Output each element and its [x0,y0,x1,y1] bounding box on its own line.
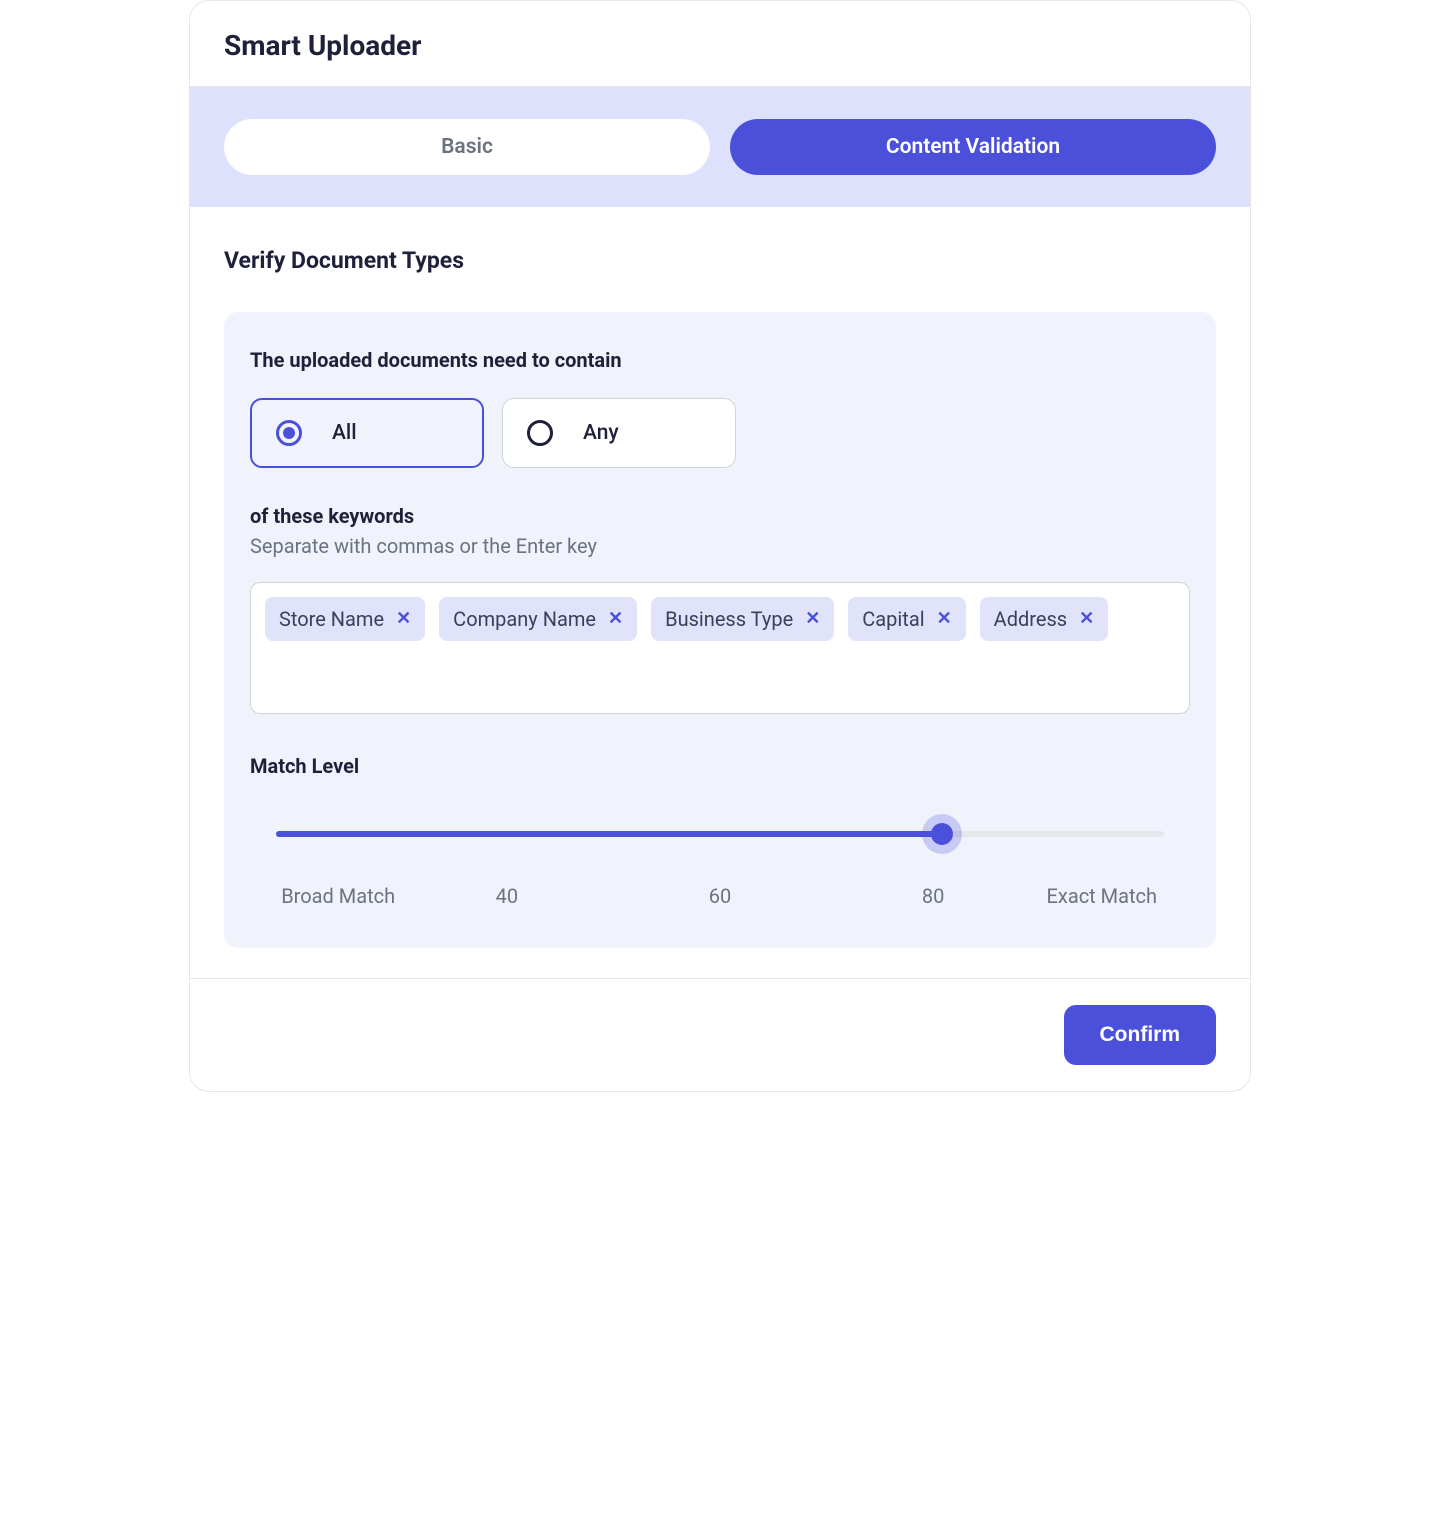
uploader-card: Smart Uploader Basic Content Validation … [189,0,1251,1092]
match-slider[interactable] [276,814,1164,854]
card-content: Verify Document Types The uploaded docum… [190,207,1250,978]
keyword-tag-label: Business Type [665,607,793,631]
keyword-tag: Address ✕ [980,597,1109,641]
option-all[interactable]: All [250,398,484,468]
remove-tag-icon[interactable]: ✕ [1079,610,1094,628]
slider-tick-80: 80 [827,884,1040,908]
contain-label: The uploaded documents need to contain [250,348,1190,372]
option-any[interactable]: Any [502,398,736,468]
remove-tag-icon[interactable]: ✕ [396,610,411,628]
remove-tag-icon[interactable]: ✕ [805,610,820,628]
remove-tag-icon[interactable]: ✕ [937,610,952,628]
keyword-tag: Store Name ✕ [265,597,425,641]
card-header: Smart Uploader [190,1,1250,87]
section-title: Verify Document Types [224,247,1216,274]
keyword-tag-label: Address [994,607,1067,631]
radio-unselected-icon [527,420,553,446]
option-any-label: Any [583,421,619,445]
radio-selected-icon [276,420,302,446]
slider-tick-exact: Exact Match [1040,884,1164,908]
keywords-input[interactable]: Store Name ✕ Company Name ✕ Business Typ… [250,582,1190,714]
slider-tick-labels: Broad Match 40 60 80 Exact Match [276,884,1164,908]
keyword-tag-label: Capital [862,607,924,631]
match-level-label: Match Level [250,754,1190,778]
keywords-label: of these keywords [250,504,1190,528]
keyword-tag: Capital ✕ [848,597,965,641]
tabs-bar: Basic Content Validation [190,87,1250,207]
slider-tick-40: 40 [400,884,613,908]
option-all-label: All [332,421,357,445]
slider-tick-60: 60 [613,884,826,908]
slider-thumb-inner [931,823,953,845]
card-title: Smart Uploader [224,29,1216,62]
slider-tick-broad: Broad Match [276,884,400,908]
card-footer: Confirm [190,978,1250,1091]
confirm-button[interactable]: Confirm [1064,1005,1217,1065]
contain-options: All Any [250,398,1190,468]
slider-track-fill [276,831,942,837]
tab-content-validation[interactable]: Content Validation [730,119,1216,175]
keyword-tag-label: Store Name [279,607,384,631]
keyword-tag-label: Company Name [453,607,596,631]
tab-basic[interactable]: Basic [224,119,710,175]
match-slider-wrap: Broad Match 40 60 80 Exact Match [250,814,1190,908]
keywords-hint: Separate with commas or the Enter key [250,534,1190,558]
remove-tag-icon[interactable]: ✕ [608,610,623,628]
keyword-tag: Business Type ✕ [651,597,834,641]
validation-panel: The uploaded documents need to contain A… [224,312,1216,948]
slider-thumb[interactable] [922,814,962,854]
keyword-tag: Company Name ✕ [439,597,637,641]
